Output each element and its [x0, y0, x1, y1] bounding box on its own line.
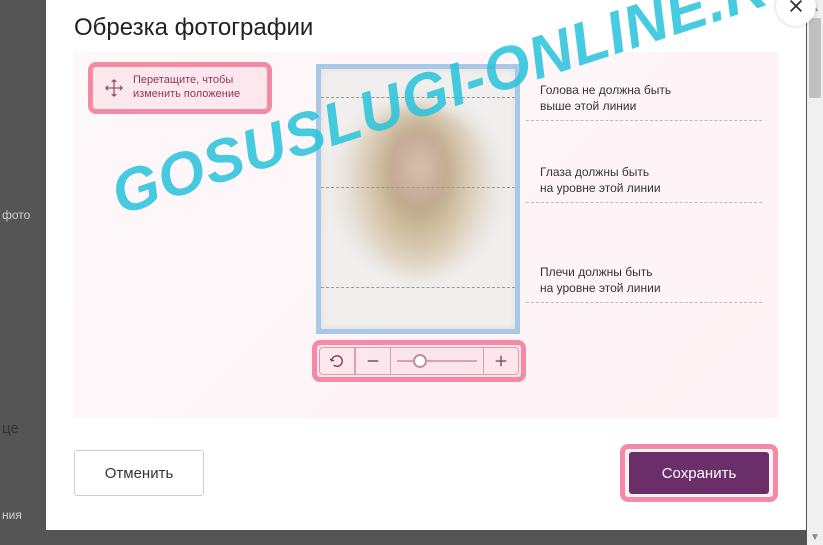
crop-work-area: Перетащите, чтобы изменить положение Гол… [74, 52, 778, 418]
close-icon [787, 0, 805, 15]
modal-title: Обрезка фотографии [74, 14, 313, 42]
bg-fragment: фото [2, 208, 30, 222]
zoom-slider[interactable] [391, 347, 483, 375]
modal-footer: Отменить Сохранить [74, 444, 778, 502]
rotate-button[interactable] [319, 347, 355, 375]
scroll-down-icon[interactable]: ▼ [807, 529, 823, 545]
photo-crop-frame[interactable] [316, 64, 520, 334]
scroll-thumb[interactable] [809, 18, 821, 98]
zoom-slider-thumb[interactable] [413, 354, 427, 368]
plus-icon [492, 352, 510, 370]
scrollbar[interactable]: ▲ ▼ [807, 0, 823, 545]
minus-icon [364, 352, 382, 370]
hint-divider [526, 120, 762, 121]
hint-divider [526, 202, 762, 203]
move-icon [103, 77, 125, 99]
bg-fragment: ния [2, 508, 22, 522]
hint-eyes: Глаза должны быть на уровне этой линии [540, 164, 661, 196]
hint-shoulders: Плечи должны быть на уровне этой линии [540, 264, 661, 296]
drag-hint-callout: Перетащите, чтобы изменить положение [88, 62, 272, 114]
hint-head: Голова не должна быть выше этой линии [540, 82, 671, 114]
guide-line-head [321, 97, 515, 98]
zoom-in-button[interactable] [483, 347, 519, 375]
hint-divider [526, 302, 762, 303]
crop-photo-modal: Обрезка фотографии Перетащите, чтобы изм… [46, 0, 806, 530]
guide-line-shoulders [321, 287, 515, 288]
zoom-out-button[interactable] [355, 347, 391, 375]
guide-line-eyes [321, 187, 515, 188]
zoom-controls [312, 340, 526, 382]
cancel-button[interactable]: Отменить [74, 450, 204, 496]
save-button-highlight: Сохранить [620, 444, 778, 502]
bg-fragment: це [2, 420, 19, 437]
drag-hint-text: Перетащите, чтобы изменить положение [133, 74, 257, 102]
save-button[interactable]: Сохранить [629, 452, 769, 494]
undo-rotate-icon [328, 352, 346, 370]
